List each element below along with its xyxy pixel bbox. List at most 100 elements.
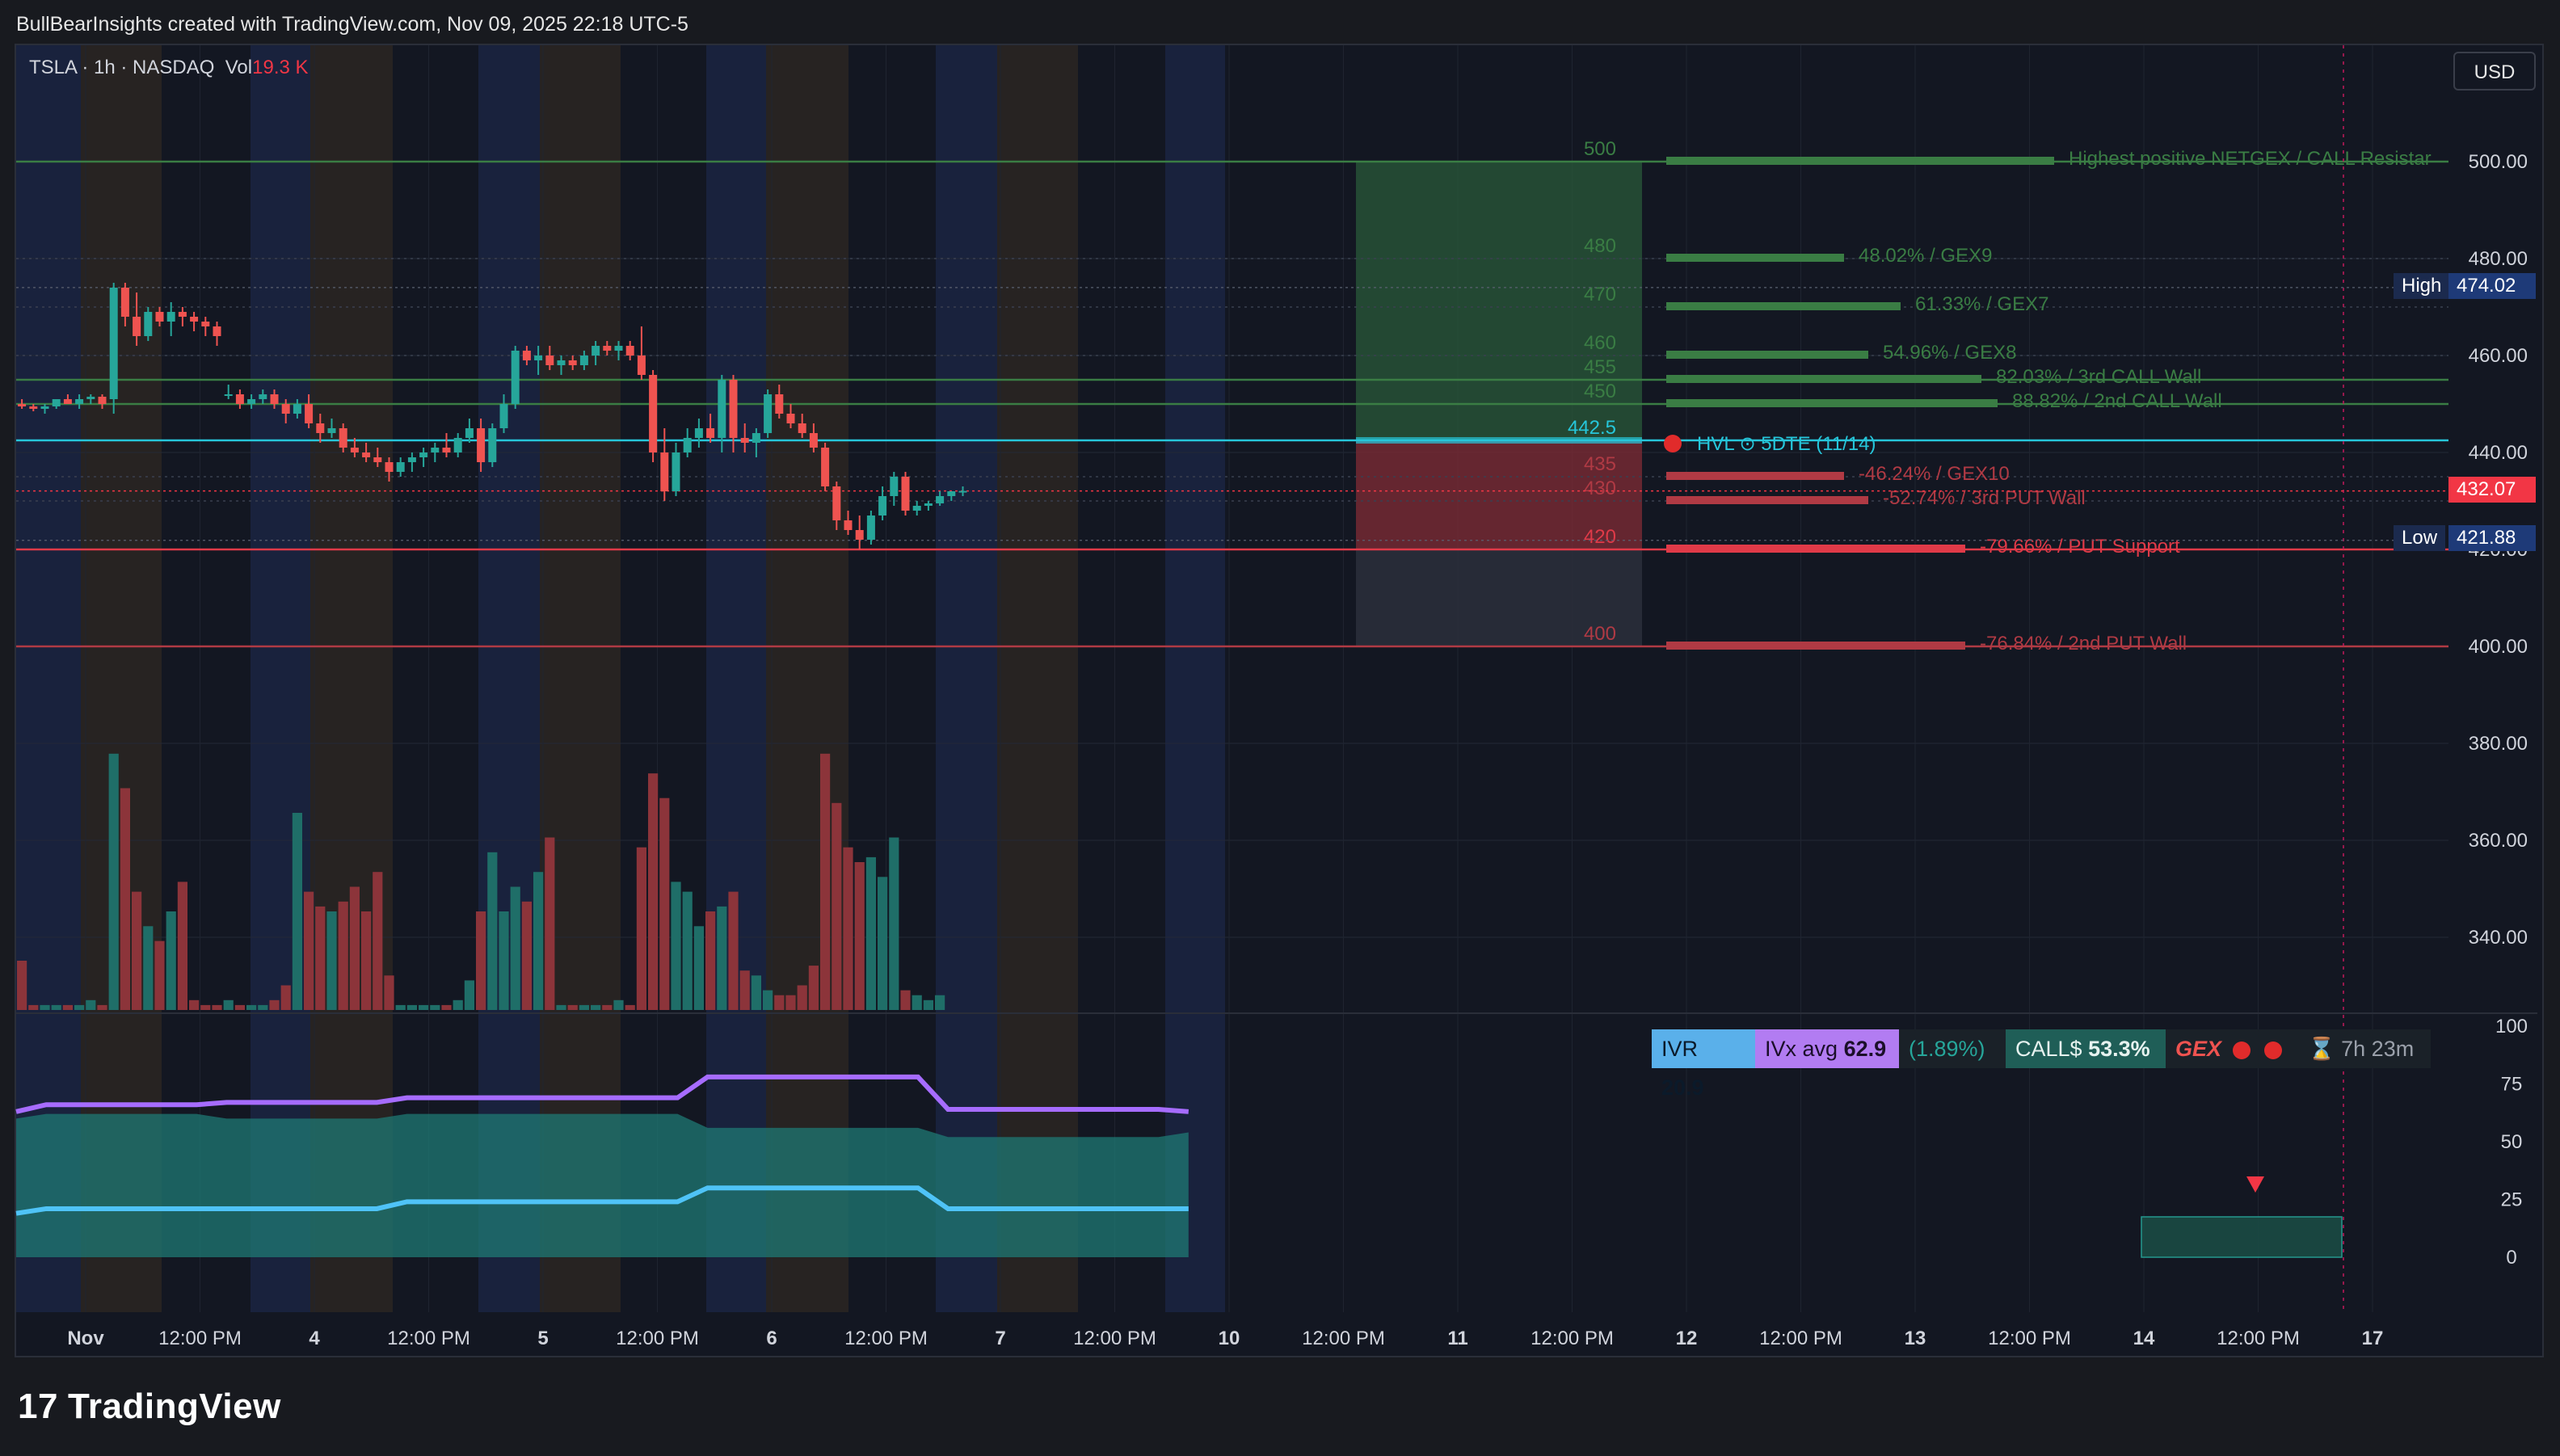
candle-body (866, 515, 875, 540)
hvl-dot-icon (1664, 435, 1682, 452)
gex-strength-bar (1666, 302, 1901, 310)
chart-canvas[interactable]: 500 Highest positive NETGEX / CALL Resist… (0, 0, 2560, 1456)
gex-strength-bar (1666, 351, 1868, 359)
volume-bar (441, 1004, 452, 1010)
candle-body (649, 375, 658, 452)
gex-level-note: -46.24% / GEX10 (1859, 463, 2010, 485)
candle-body (477, 428, 486, 462)
candle-body (545, 356, 554, 365)
price-tick-label: 480.00 (2469, 248, 2528, 270)
candle-body (120, 288, 129, 317)
volume-bar (808, 966, 819, 1010)
candle-body (224, 394, 233, 396)
down-arrow-icon (2246, 1176, 2264, 1193)
volume-bar (832, 802, 842, 1010)
time-axis-label: 12:00 PM (616, 1328, 699, 1349)
gex-level-label: 435 (1584, 453, 1616, 475)
volume-bar (865, 856, 876, 1010)
time-axis-label: 12:00 PM (1302, 1328, 1385, 1349)
volume-bar (464, 980, 474, 1010)
candle-body (855, 530, 864, 540)
candle-body (557, 360, 566, 365)
gex-level-label: 460 (1584, 332, 1616, 354)
volume-bar (843, 847, 853, 1010)
candle-body (522, 351, 531, 360)
volume-bar (406, 1004, 417, 1010)
time-axis-label: 12:00 PM (1759, 1328, 1842, 1349)
volume-bar (625, 1004, 635, 1010)
volume-bar (510, 886, 520, 1010)
volume-bar (591, 1004, 601, 1010)
indicator-tick-label: 0 (2506, 1247, 2516, 1269)
time-axis-label: 12:00 PM (158, 1328, 242, 1349)
time-axis-label: 4 (309, 1328, 320, 1349)
candle-body (511, 351, 520, 404)
volume-bar (751, 975, 761, 1010)
candle-body (327, 428, 336, 433)
gex-level-label: 400 (1584, 623, 1616, 645)
candle-body (339, 428, 347, 448)
candle-body (775, 394, 784, 414)
hvl-band (1356, 437, 1642, 444)
gex-level-label: 480 (1584, 235, 1616, 257)
volume-bar (349, 886, 360, 1010)
candle-body (603, 346, 612, 351)
volume-bar (878, 877, 888, 1010)
volume-bar (234, 1004, 245, 1010)
symbol-info[interactable]: TSLA · 1h · NASDAQ (29, 57, 214, 78)
timer-badge: ⌛ 7h 23m (2298, 1029, 2431, 1068)
candle-body (155, 312, 164, 322)
volume-bar (487, 852, 498, 1010)
candle-body (362, 452, 371, 457)
candle-body (29, 406, 38, 409)
candle-body (729, 380, 738, 438)
candle-body (764, 394, 773, 433)
time-axis-label: 12:00 PM (844, 1328, 928, 1349)
indicator-tick-label: 100 (2495, 1016, 2528, 1037)
candle-body (75, 399, 84, 404)
time-axis-label: 12:00 PM (387, 1328, 470, 1349)
volume-bar (567, 1004, 578, 1010)
volume-bar (269, 999, 280, 1010)
candle-body (821, 448, 830, 486)
price-tick-label: 340.00 (2469, 927, 2528, 949)
gex-level-label: 455 (1584, 356, 1616, 378)
price-tick-label: 360.00 (2469, 830, 2528, 852)
volume-bar (521, 901, 532, 1010)
tradingview-logo[interactable]: 17 TradingView (18, 1387, 281, 1427)
gex-level-label: 450 (1584, 381, 1616, 402)
candle-body (844, 520, 853, 530)
volume-bar (315, 906, 326, 1010)
candle-body (568, 360, 577, 365)
candle-body (694, 428, 703, 438)
candle-body (86, 397, 95, 399)
time-axis-label: 5 (537, 1328, 548, 1349)
candle-body (832, 486, 841, 520)
volume-bar (499, 911, 509, 1010)
candle-body (385, 462, 394, 472)
volume-bar (154, 941, 165, 1010)
volume-label: Vol (225, 57, 253, 78)
time-axis-label: 12:00 PM (1531, 1328, 1614, 1349)
volume-bar (728, 891, 739, 1010)
last-price-tag: 432.07 (2448, 477, 2536, 503)
gex-level-note: -79.66% / PUT Support (1980, 536, 2180, 558)
indicator-tick-label: 75 (2501, 1074, 2523, 1096)
low-label-tag: Low (2394, 525, 2446, 551)
candle-body (924, 503, 933, 506)
candle-body (270, 394, 279, 404)
candle-body (809, 433, 818, 448)
currency-button[interactable]: USD (2453, 52, 2536, 90)
volume-bar (223, 999, 234, 1010)
volume-bar (212, 1004, 222, 1010)
gex-level-note: 88.82% / 2nd CALL Wall (2012, 390, 2222, 412)
volume-bar (935, 995, 945, 1010)
gex-strength-bar (1666, 642, 1965, 650)
symbol-legend[interactable]: TSLA · 1h · NASDAQ Vol19.3 K (29, 57, 309, 79)
volume-bar (189, 999, 200, 1010)
time-axis-label: 17 (2362, 1328, 2384, 1349)
candle-body (305, 404, 314, 423)
price-tick-label: 440.00 (2469, 442, 2528, 464)
volume-bar (613, 999, 624, 1010)
volume-bar (62, 1004, 73, 1010)
